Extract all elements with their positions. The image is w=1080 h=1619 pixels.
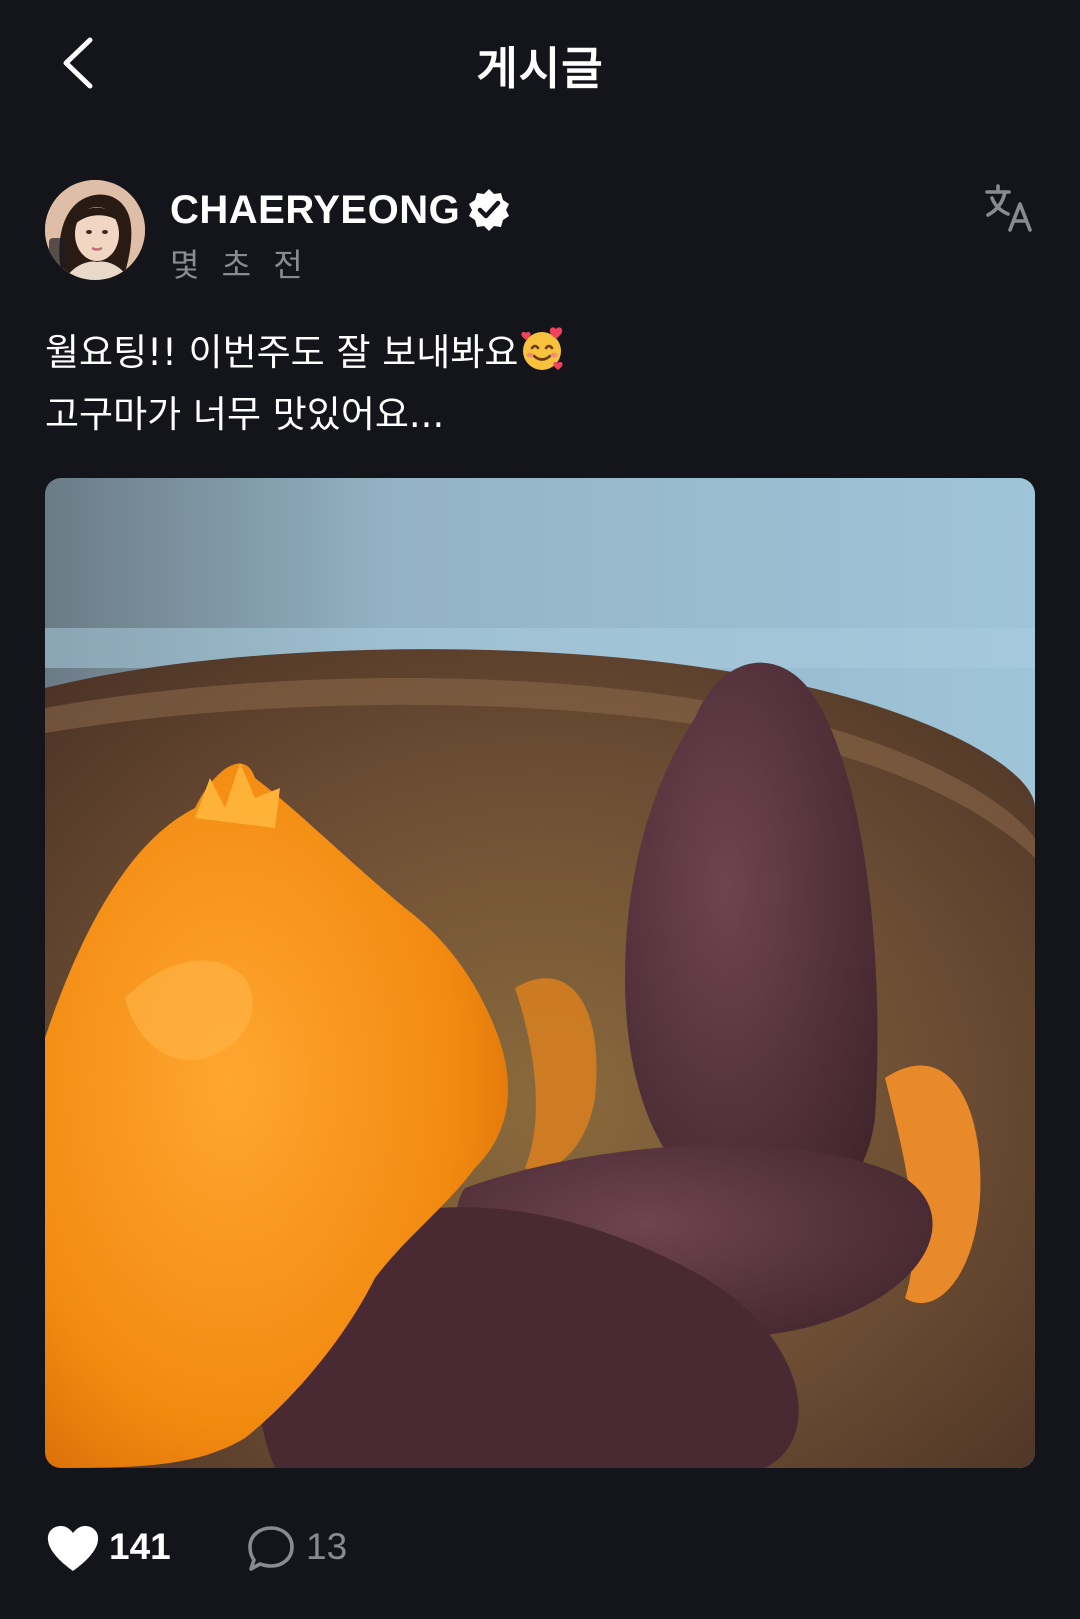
sweet-potato-photo — [45, 478, 1035, 1468]
post-photo[interactable] — [45, 478, 1035, 1468]
post-text-line-1: 월요팅!! 이번주도 잘 보내봐요 — [45, 322, 1035, 384]
post-text-line-2: 고구마가 너무 맛있어요... — [45, 393, 445, 436]
avatar-image — [45, 180, 145, 280]
post-author: CHAERYEONG 몇 초 전 — [45, 180, 1035, 284]
verified-badge-icon — [469, 189, 509, 231]
translate-button[interactable] — [983, 182, 1035, 234]
like-count: 141 — [109, 1526, 171, 1567]
translate-icon — [985, 184, 1032, 232]
post-text-line-1-content: 월요팅!! 이번주도 잘 보내봐요 — [45, 331, 519, 374]
author-name[interactable]: CHAERYEONG — [170, 188, 460, 233]
post-body: 월요팅!! 이번주도 잘 보내봐요 고구마가 너무 맛있어요... — [45, 322, 1035, 446]
avatar[interactable] — [45, 180, 145, 280]
post-actions: 141 13 — [45, 1520, 1035, 1580]
comment-button[interactable] — [247, 1524, 295, 1574]
post-timestamp: 몇 초 전 — [170, 246, 309, 284]
top-bar: 게시글 — [0, 0, 1080, 130]
comment-bubble-icon — [248, 1526, 294, 1571]
post-detail-screen: 게시글 CHAERYEONG 몇 초 전 월요팅!! 이번주도 잘 보내봐요 고… — [0, 0, 1080, 1619]
heart-icon — [47, 1526, 99, 1571]
like-button[interactable] — [45, 1524, 101, 1574]
comment-count: 13 — [306, 1526, 348, 1567]
page-title: 게시글 — [476, 42, 604, 95]
smiling-face-with-hearts-icon — [521, 327, 563, 370]
